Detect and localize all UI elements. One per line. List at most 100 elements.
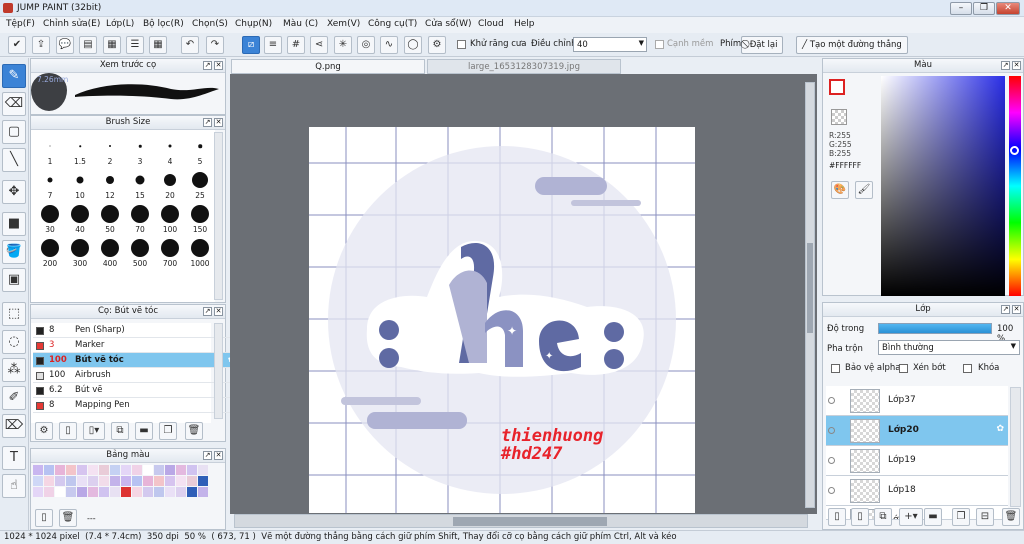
lasso-tool-icon[interactable]: ◌ [2, 330, 26, 354]
brush-row[interactable]: 8 Pen (Sharp) [33, 323, 239, 338]
palette-swatch[interactable] [165, 476, 175, 486]
palette-swatch[interactable] [121, 465, 131, 475]
tab-q-png[interactable]: Q.png [231, 59, 425, 74]
palette-swatch[interactable] [165, 465, 175, 475]
comment-icon[interactable]: 💬 [56, 36, 74, 54]
minimize-button[interactable]: – [950, 2, 972, 15]
redo-icon[interactable]: ↷ [206, 36, 224, 54]
palette-swatch[interactable] [154, 487, 164, 497]
brush-size-cell[interactable]: 7 [35, 166, 65, 200]
palette-swatch[interactable] [55, 487, 65, 497]
scrollbar[interactable] [214, 132, 223, 300]
menu-file[interactable]: Tệp(F) [6, 19, 35, 29]
brush-size-cell[interactable]: 70 [125, 200, 155, 234]
menu-layer[interactable]: Lớp(L) [106, 19, 134, 29]
palette-swatch[interactable] [66, 476, 76, 486]
curve-icon[interactable]: ∿ [380, 36, 398, 54]
brush-size-cell[interactable]: 30 [35, 200, 65, 234]
palette-swatch[interactable] [44, 487, 54, 497]
menu-cloud[interactable]: Cloud [478, 19, 504, 29]
palette-swatch[interactable] [99, 487, 109, 497]
trash-icon[interactable]: 🗑 [185, 422, 203, 440]
panel-close-icon[interactable]: ✕ [214, 307, 223, 316]
brush-settings-icon[interactable]: ⚙ [35, 422, 53, 440]
perspective-icon[interactable]: ⋖ [310, 36, 328, 54]
grid-list-icon[interactable]: ▦ [149, 36, 167, 54]
new-palette-icon[interactable]: ▯ [35, 509, 53, 527]
brush-row[interactable]: 6.2 Bút vẽ [33, 383, 239, 398]
brush-size-cell[interactable]: 400 [95, 234, 125, 268]
list-icon[interactable]: ☰ [126, 36, 144, 54]
select-eraser-tool-icon[interactable]: ⌦ [2, 414, 26, 438]
reset-button[interactable]: ⃠ Đặt lại [741, 36, 784, 54]
brush-size-cell[interactable]: 150 [185, 200, 215, 234]
artwork[interactable]: ✦ ✦ ✦ thienhuong #hd247 [309, 127, 695, 513]
layer-row[interactable]: Lớp19 [826, 446, 1008, 476]
grid-snap-icon[interactable]: # [287, 36, 305, 54]
duplicate-icon[interactable]: ❐ [952, 508, 970, 526]
brush-size-cell[interactable]: 2 [95, 132, 125, 166]
brush-size-cell[interactable]: 50 [95, 200, 125, 234]
palette-swatch[interactable] [198, 487, 208, 497]
brush-size-cell[interactable]: 1 [35, 132, 65, 166]
foreground-color-swatch[interactable] [829, 79, 845, 95]
float-icon[interactable]: ↗ [203, 307, 212, 316]
lock-checkbox[interactable] [963, 364, 972, 373]
radial-icon[interactable]: ✳ [334, 36, 352, 54]
new-layer-icon[interactable]: ▯ [828, 508, 846, 526]
layer-row[interactable]: Lớp37 [826, 386, 1008, 416]
palette-swatch[interactable] [55, 476, 65, 486]
duplicate-icon[interactable]: ❐ [159, 422, 177, 440]
palette-swatch[interactable] [77, 476, 87, 486]
palette-swatch[interactable] [121, 487, 131, 497]
horizontal-scrollbar[interactable] [234, 514, 808, 528]
panel-close-icon[interactable]: ✕ [1012, 61, 1021, 70]
new-brush-icon[interactable]: ▯ [59, 422, 77, 440]
brush-tool-icon[interactable]: ✎ [2, 64, 26, 88]
line-tool-icon[interactable]: ╲ [2, 148, 26, 172]
canvas-area[interactable]: ✦ ✦ ✦ thienhuong #hd247 [230, 74, 817, 514]
palette-swatch[interactable] [110, 476, 120, 486]
brush-size-cell[interactable]: 1000 [185, 234, 215, 268]
copy-layer-icon[interactable]: ⧉ [874, 508, 892, 526]
hue-handle[interactable] [1010, 146, 1019, 155]
palette-swatch[interactable] [165, 487, 175, 497]
circle-icon[interactable]: ◯ [404, 36, 422, 54]
visibility-icon[interactable] [828, 487, 835, 494]
brush-size-cell[interactable]: 1.5 [65, 132, 95, 166]
brush-size-cell[interactable]: 4 [155, 132, 185, 166]
saturation-value-picker[interactable] [881, 76, 1005, 296]
trash-icon[interactable]: 🗑 [59, 509, 77, 527]
palette-swatch[interactable] [33, 465, 43, 475]
merge-icon[interactable]: ⊟ [976, 508, 994, 526]
palette-swatch[interactable] [77, 487, 87, 497]
float-icon[interactable]: ↗ [203, 451, 212, 460]
move-tool-icon[interactable]: ✥ [2, 180, 26, 204]
menu-tools[interactable]: Công cụ(T) [368, 19, 417, 29]
brush-row[interactable]: 100 Airbrush [33, 368, 239, 383]
hand-tool-icon[interactable]: ☝ [2, 474, 26, 498]
palette-swatch[interactable] [132, 476, 142, 486]
visibility-icon[interactable] [828, 457, 835, 464]
folder-icon[interactable]: ▬ [135, 422, 153, 440]
close-button[interactable]: ✕ [996, 2, 1020, 15]
layer-row[interactable]: Lớp18 [826, 476, 1008, 506]
select-rect-tool-icon[interactable]: ⬚ [2, 302, 26, 326]
menu-window[interactable]: Cửa sổ(W) [425, 19, 471, 29]
no-snap-icon[interactable]: ⧄ [242, 36, 260, 54]
palette-swatch[interactable] [198, 476, 208, 486]
antialias-checkbox[interactable] [457, 40, 466, 49]
brush-size-cell[interactable]: 20 [155, 166, 185, 200]
palette-swatch[interactable] [132, 465, 142, 475]
palette-swatch[interactable] [88, 465, 98, 475]
concentric-icon[interactable]: ◎ [357, 36, 375, 54]
straight-line-button[interactable]: ╱ Tạo một đường thẳng [796, 36, 908, 54]
menu-help[interactable]: Help [514, 19, 535, 29]
settings-icon[interactable]: ⚙ [428, 36, 446, 54]
palette-swatch[interactable] [55, 465, 65, 475]
palette-edit-icon[interactable]: 🖌 [855, 181, 873, 199]
brush-size-cell[interactable]: 40 [65, 200, 95, 234]
visibility-icon[interactable] [828, 397, 835, 404]
folder-icon[interactable]: ▬ [924, 508, 942, 526]
palette-swatch[interactable] [66, 465, 76, 475]
